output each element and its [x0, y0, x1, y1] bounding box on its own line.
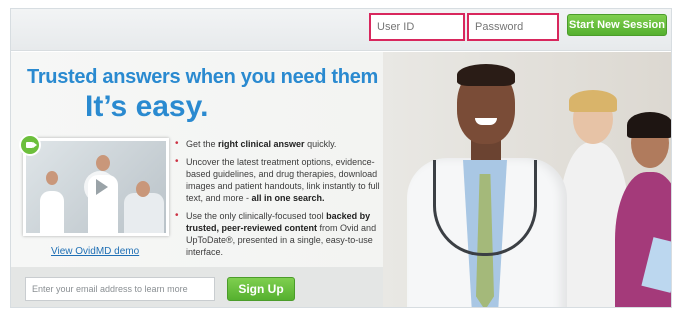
background-doctor-hair: [627, 112, 671, 138]
email-input[interactable]: [25, 277, 215, 301]
headline-line-2: It’s easy.: [85, 90, 209, 123]
headline-line-1: Trusted answers when you need them –: [27, 66, 395, 88]
demo-video-card[interactable]: [19, 134, 169, 236]
thumbnail-figure-head: [46, 171, 58, 185]
stethoscope: [433, 160, 537, 256]
video-thumbnail[interactable]: [23, 138, 169, 236]
userid-field-wrapper: [369, 13, 465, 41]
background-doctor-hair: [569, 90, 617, 112]
start-new-session-button[interactable]: Start New Session: [567, 14, 667, 36]
feature-item: Use the only clinically-focused tool bac…: [175, 210, 387, 258]
doctors-photo: [383, 52, 671, 307]
top-login-bar: Start New Session: [11, 9, 671, 51]
main-doctor-hair: [457, 64, 515, 86]
password-field-wrapper: [467, 13, 559, 41]
main-doctor-smile: [475, 118, 497, 125]
thumbnail-figure-head: [136, 181, 150, 197]
ovidmd-landing-page: Start New Session Trusted answers when y…: [10, 8, 672, 308]
userid-input[interactable]: [377, 15, 457, 39]
view-demo-link[interactable]: View OvidMD demo: [51, 246, 139, 257]
thumbnail-figure: [40, 191, 64, 233]
feature-list: Get the right clinical answer quickly. U…: [175, 138, 387, 264]
feature-item: Get the right clinical answer quickly.: [175, 138, 387, 150]
signup-bar: Sign Up: [11, 267, 383, 307]
feature-item: Uncover the latest treatment options, ev…: [175, 156, 387, 204]
thumbnail-figure: [124, 193, 164, 233]
thumbnail-figure-head: [96, 155, 110, 171]
password-input[interactable]: [475, 15, 551, 39]
sign-up-button[interactable]: Sign Up: [227, 277, 295, 301]
camera-icon: [19, 134, 41, 156]
play-icon[interactable]: [84, 171, 116, 203]
hero-section: Trusted answers when you need them – It’…: [11, 52, 671, 307]
